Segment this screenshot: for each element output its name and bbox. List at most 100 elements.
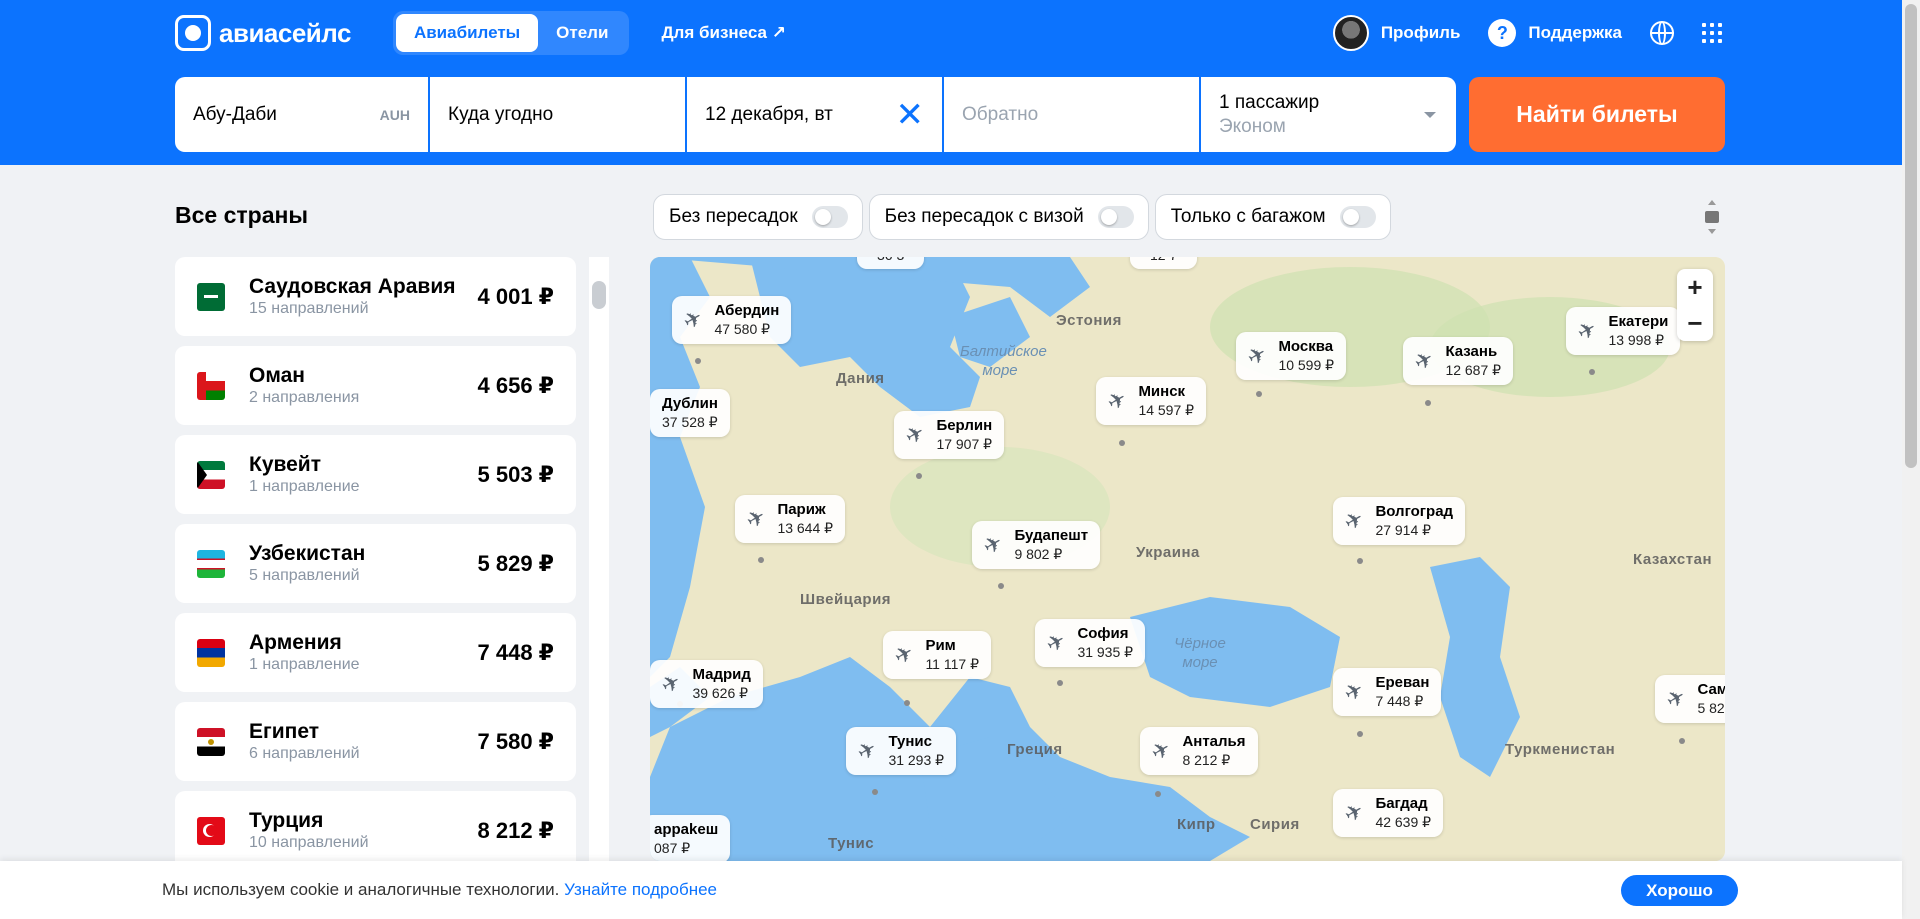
plane-icon: ✈ [1339,797,1369,829]
map-pin-partial[interactable]: 12 7 [1130,257,1198,269]
flag-kw-icon [197,460,225,489]
map[interactable]: Эстония Дания Украина Казахстан Швейцари… [650,257,1725,861]
map-pin[interactable]: аррakеш 087 ₽ [650,815,731,861]
plane-icon: ✈ [1572,315,1602,347]
zoom-in-button[interactable]: + [1677,269,1713,305]
globe-icon[interactable] [1650,21,1674,45]
region-label: Сирия [1250,816,1300,833]
map-pin[interactable]: ✈ Мадрид 39 626 ₽ [650,660,763,708]
pin-city: Мадрид [692,666,751,683]
country-name: Армения [249,630,342,654]
country-price: 4 001 ₽ [477,283,554,309]
map-pin[interactable]: ✈ Будапешт 9 802 ₽ [972,521,1101,569]
city-dot [1119,440,1125,446]
cabin-class-value: Эконом [1219,115,1286,137]
logo[interactable]: авиасейлс [175,15,351,51]
map-pin[interactable]: Дублин 37 528 ₽ [650,389,730,437]
pin-city: Сам [1697,681,1725,698]
map-pin[interactable]: ✈ Берлин 17 907 ₽ [894,411,1005,459]
list-scroll-thumb[interactable] [592,281,606,309]
list-item[interactable]: Турция 10 направлений 8 212 ₽ [175,791,576,861]
filter-label: Только с багажом [1170,206,1326,227]
country-sub: 5 направлений [249,566,360,584]
map-pin[interactable]: ✈ Париж 13 644 ₽ [735,495,846,543]
tab-hotels[interactable]: Отели [538,14,626,52]
return-date-field[interactable]: Обратно [944,77,1199,152]
cookie-message: Мы используем cookie и аналогичные техно… [162,880,560,899]
find-tickets-button[interactable]: Найти билеты [1469,77,1725,152]
map-pin[interactable]: ✈ Минск 14 597 ₽ [1096,377,1207,425]
toggle-switch[interactable] [811,206,848,228]
pin-price: 14 597 ₽ [1138,402,1195,418]
map-pin[interactable]: ✈ София 31 935 ₽ [1035,619,1146,667]
filter-scrollbar[interactable] [1705,198,1719,236]
toggle-switch[interactable] [1339,206,1376,228]
list-item[interactable]: Египет 6 направлений 7 580 ₽ [175,702,576,781]
pin-city: Тунис [888,733,932,750]
list-item[interactable]: Кувейт 1 направление 5 503 ₽ [175,435,576,514]
profile-button[interactable]: Профиль [1332,15,1461,51]
cookie-learn-more-link[interactable]: Узнайте подробнее [564,880,717,899]
return-placeholder: Обратно [962,103,1039,125]
toggle-switch[interactable] [1097,206,1134,228]
business-link[interactable]: Для бизнеса ↗ [661,23,786,43]
list-item[interactable]: Армения 1 направление 7 448 ₽ [175,613,576,692]
region-label: Кипр [1177,816,1216,833]
country-price: 4 656 ₽ [477,372,554,398]
filter-baggage[interactable]: Только с багажом [1154,194,1391,240]
map-pin[interactable]: ✈ Багдад 42 639 ₽ [1333,789,1444,837]
origin-field[interactable]: Абу-Даби AUH [175,77,428,152]
filter-label: Без пересадок с визой [884,206,1084,227]
map-pin[interactable]: ✈ Анталья 8 212 ₽ [1140,727,1258,775]
pin-city: Рим [925,637,956,654]
support-button[interactable]: ? Поддержка [1488,19,1622,47]
cookie-accept-button[interactable]: Хорошо [1621,875,1738,906]
profile-label: Профиль [1380,23,1461,42]
map-pin[interactable]: ✈ Ереван 7 448 ₽ [1333,668,1442,716]
flag-tr-icon [197,816,225,845]
map-pin[interactable]: ✈ Екатери 13 998 ₽ [1566,307,1681,355]
map-pin[interactable]: ✈ Абердин 47 580 ₽ [672,296,792,344]
destination-value: Куда угодно [448,103,554,125]
chevron-down-icon [1424,112,1436,118]
map-pin[interactable]: ✈ Казань 12 687 ₽ [1403,337,1514,385]
country-sub: 1 направление [249,477,360,495]
plane-icon: ✈ [889,639,919,671]
cookie-banner: Мы используем cookie и аналогичные техно… [0,861,1902,919]
map-pin[interactable]: ✈ Рим 11 117 ₽ [883,631,991,679]
passengers-field[interactable]: 1 пассажир Эконом [1201,77,1456,152]
map-pin[interactable]: ✈ Тунис 31 293 ₽ [846,727,957,775]
pin-price-partial: 36 3 [877,257,904,264]
list-item[interactable]: Саудовская Аравия 15 направлений 4 001 ₽ [175,257,576,336]
country-sub: 2 направления [249,388,360,406]
flag-eg-icon [197,727,225,756]
map-pin-partial[interactable]: 36 3 [857,257,925,269]
page-scroll-thumb[interactable] [1905,4,1917,468]
pin-city: Минск [1138,383,1186,400]
header: авиасейлс Авиабилеты Отели Для бизнеса ↗… [0,0,1902,165]
region-label: Греция [1007,741,1063,758]
product-tabs: Авиабилеты Отели [392,11,630,55]
city-dot [1357,731,1363,737]
city-dot [1589,369,1595,375]
region-label: Эстония [1056,312,1122,329]
map-pin[interactable]: ✈ Волгоград 27 914 ₽ [1333,497,1466,545]
pin-price: 10 599 ₽ [1278,357,1335,373]
list-item[interactable]: Узбекистан 5 направлений 5 829 ₽ [175,524,576,603]
page-scrollbar[interactable] [1902,0,1920,919]
filter-direct-visa[interactable]: Без пересадок с визой [868,194,1149,240]
depart-date-field[interactable]: 12 декабря, вт ✕ [687,77,942,152]
destination-field[interactable]: Куда угодно [430,77,685,152]
map-pin[interactable]: ✈ Сам 5 82 [1655,675,1725,723]
list-scrollbar[interactable] [589,257,609,861]
zoom-out-button[interactable]: − [1677,305,1713,341]
list-item[interactable]: Оман 2 направления 4 656 ₽ [175,346,576,425]
country-price: 7 448 ₽ [477,639,554,665]
tab-flights[interactable]: Авиабилеты [395,14,539,52]
map-pin[interactable]: ✈ Москва 10 599 ₽ [1236,332,1347,380]
plane-icon: ✈ [1041,627,1071,659]
filter-direct[interactable]: Без пересадок [653,194,863,240]
apps-grid-icon[interactable] [1702,23,1722,43]
topbar: авиасейлс Авиабилеты Отели Для бизнеса ↗ [175,11,786,55]
clear-date-icon[interactable]: ✕ [896,98,925,132]
